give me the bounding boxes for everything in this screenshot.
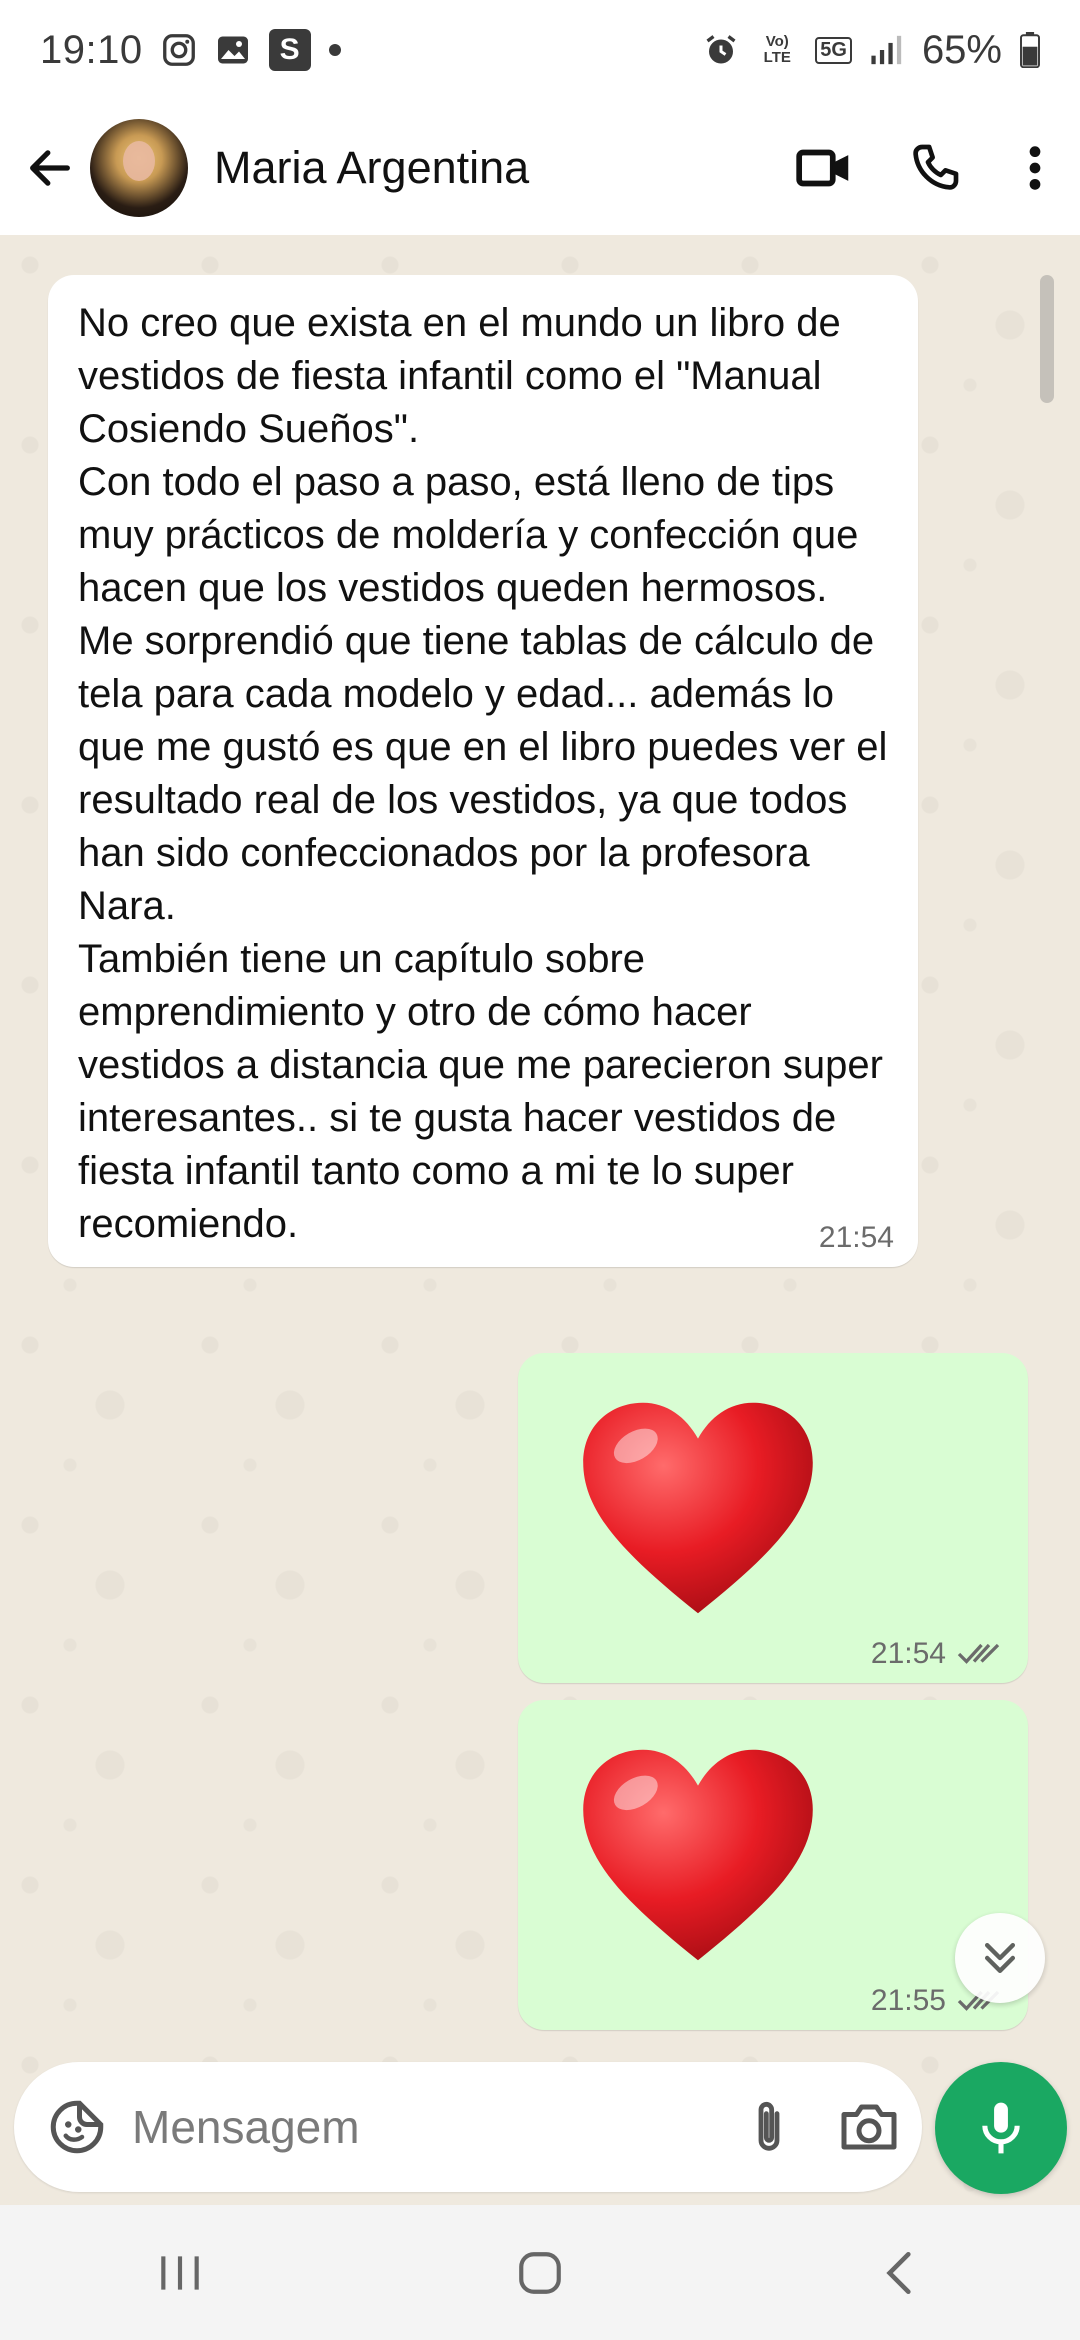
message-time: 21:55 — [870, 1984, 946, 2017]
alarm-icon — [703, 32, 739, 68]
red-heart-emoji — [583, 1402, 813, 1614]
attach-clip-icon — [758, 2102, 780, 2151]
message-time: 21:54 — [818, 1221, 894, 1254]
voice-call-button[interactable] — [880, 118, 990, 218]
recents-button[interactable] — [120, 2223, 240, 2323]
contact-name[interactable]: Maria Argentina — [214, 142, 770, 194]
battery-percent: 65% — [921, 27, 1002, 72]
status-right: Vo) LTE 5G 65% — [703, 28, 1040, 73]
voice-message-button[interactable] — [935, 2062, 1067, 2194]
video-call-button[interactable] — [770, 118, 880, 218]
outgoing-message[interactable]: 21:54 — [518, 1353, 1028, 1683]
scrollbar-thumb[interactable] — [1040, 275, 1054, 403]
back-icon — [886, 2251, 911, 2294]
back-nav-button[interactable] — [840, 2223, 960, 2323]
volte-label: Vo) LTE — [763, 33, 791, 66]
s-app-icon: S — [268, 29, 311, 71]
recents-icon — [161, 2255, 199, 2290]
5g-icon: 5G — [815, 36, 852, 64]
message-text: No creo que exista en el mundo un libro … — [78, 301, 888, 1246]
double-chevron-down-icon — [984, 1942, 1016, 1974]
message-meta: 21:54 — [871, 1637, 1004, 1671]
scroll-to-bottom-button[interactable] — [955, 1913, 1045, 2003]
signal-icon — [870, 34, 904, 66]
dot-icon — [328, 44, 341, 56]
status-time: 19:10 — [40, 27, 143, 72]
read-receipt-icon — [957, 1643, 1000, 1664]
video-call-icon — [796, 149, 849, 186]
microphone-icon — [982, 2102, 1020, 2154]
system-nav-bar — [0, 2205, 1080, 2340]
message-input[interactable] — [132, 2100, 734, 2154]
back-button[interactable] — [10, 118, 90, 218]
sticker-button[interactable] — [42, 2087, 112, 2167]
more-options-button[interactable] — [990, 118, 1080, 218]
message-composer — [14, 2062, 922, 2192]
back-arrow-icon — [30, 149, 70, 186]
message-time: 21:54 — [870, 1637, 946, 1670]
volte-icon: Vo) LTE — [757, 34, 797, 66]
avatar[interactable] — [90, 118, 188, 217]
more-vert-icon — [1029, 145, 1041, 190]
home-button[interactable] — [480, 2223, 600, 2323]
camera-button[interactable] — [834, 2087, 904, 2167]
network-label: 5G — [820, 38, 847, 61]
home-icon — [519, 2251, 561, 2294]
voice-call-icon — [913, 144, 959, 190]
status-left: 19:10 S — [40, 28, 341, 73]
red-heart-emoji — [583, 1749, 813, 1961]
incoming-message[interactable]: No creo que exista en el mundo un libro … — [48, 275, 918, 1267]
instagram-icon — [161, 32, 197, 68]
camera-icon — [841, 2104, 897, 2150]
battery-icon — [1020, 32, 1040, 68]
chat-header: Maria Argentina — [0, 100, 1080, 235]
sticker-icon — [50, 2100, 104, 2154]
gallery-icon — [215, 32, 251, 68]
status-bar: 19:10 S Vo) LTE 5G 65% — [0, 0, 1080, 100]
chat-area[interactable]: No creo que exista en el mundo un libro … — [0, 235, 1080, 2205]
outgoing-message[interactable]: 21:55 — [518, 1700, 1028, 2030]
attach-button[interactable] — [734, 2087, 804, 2167]
